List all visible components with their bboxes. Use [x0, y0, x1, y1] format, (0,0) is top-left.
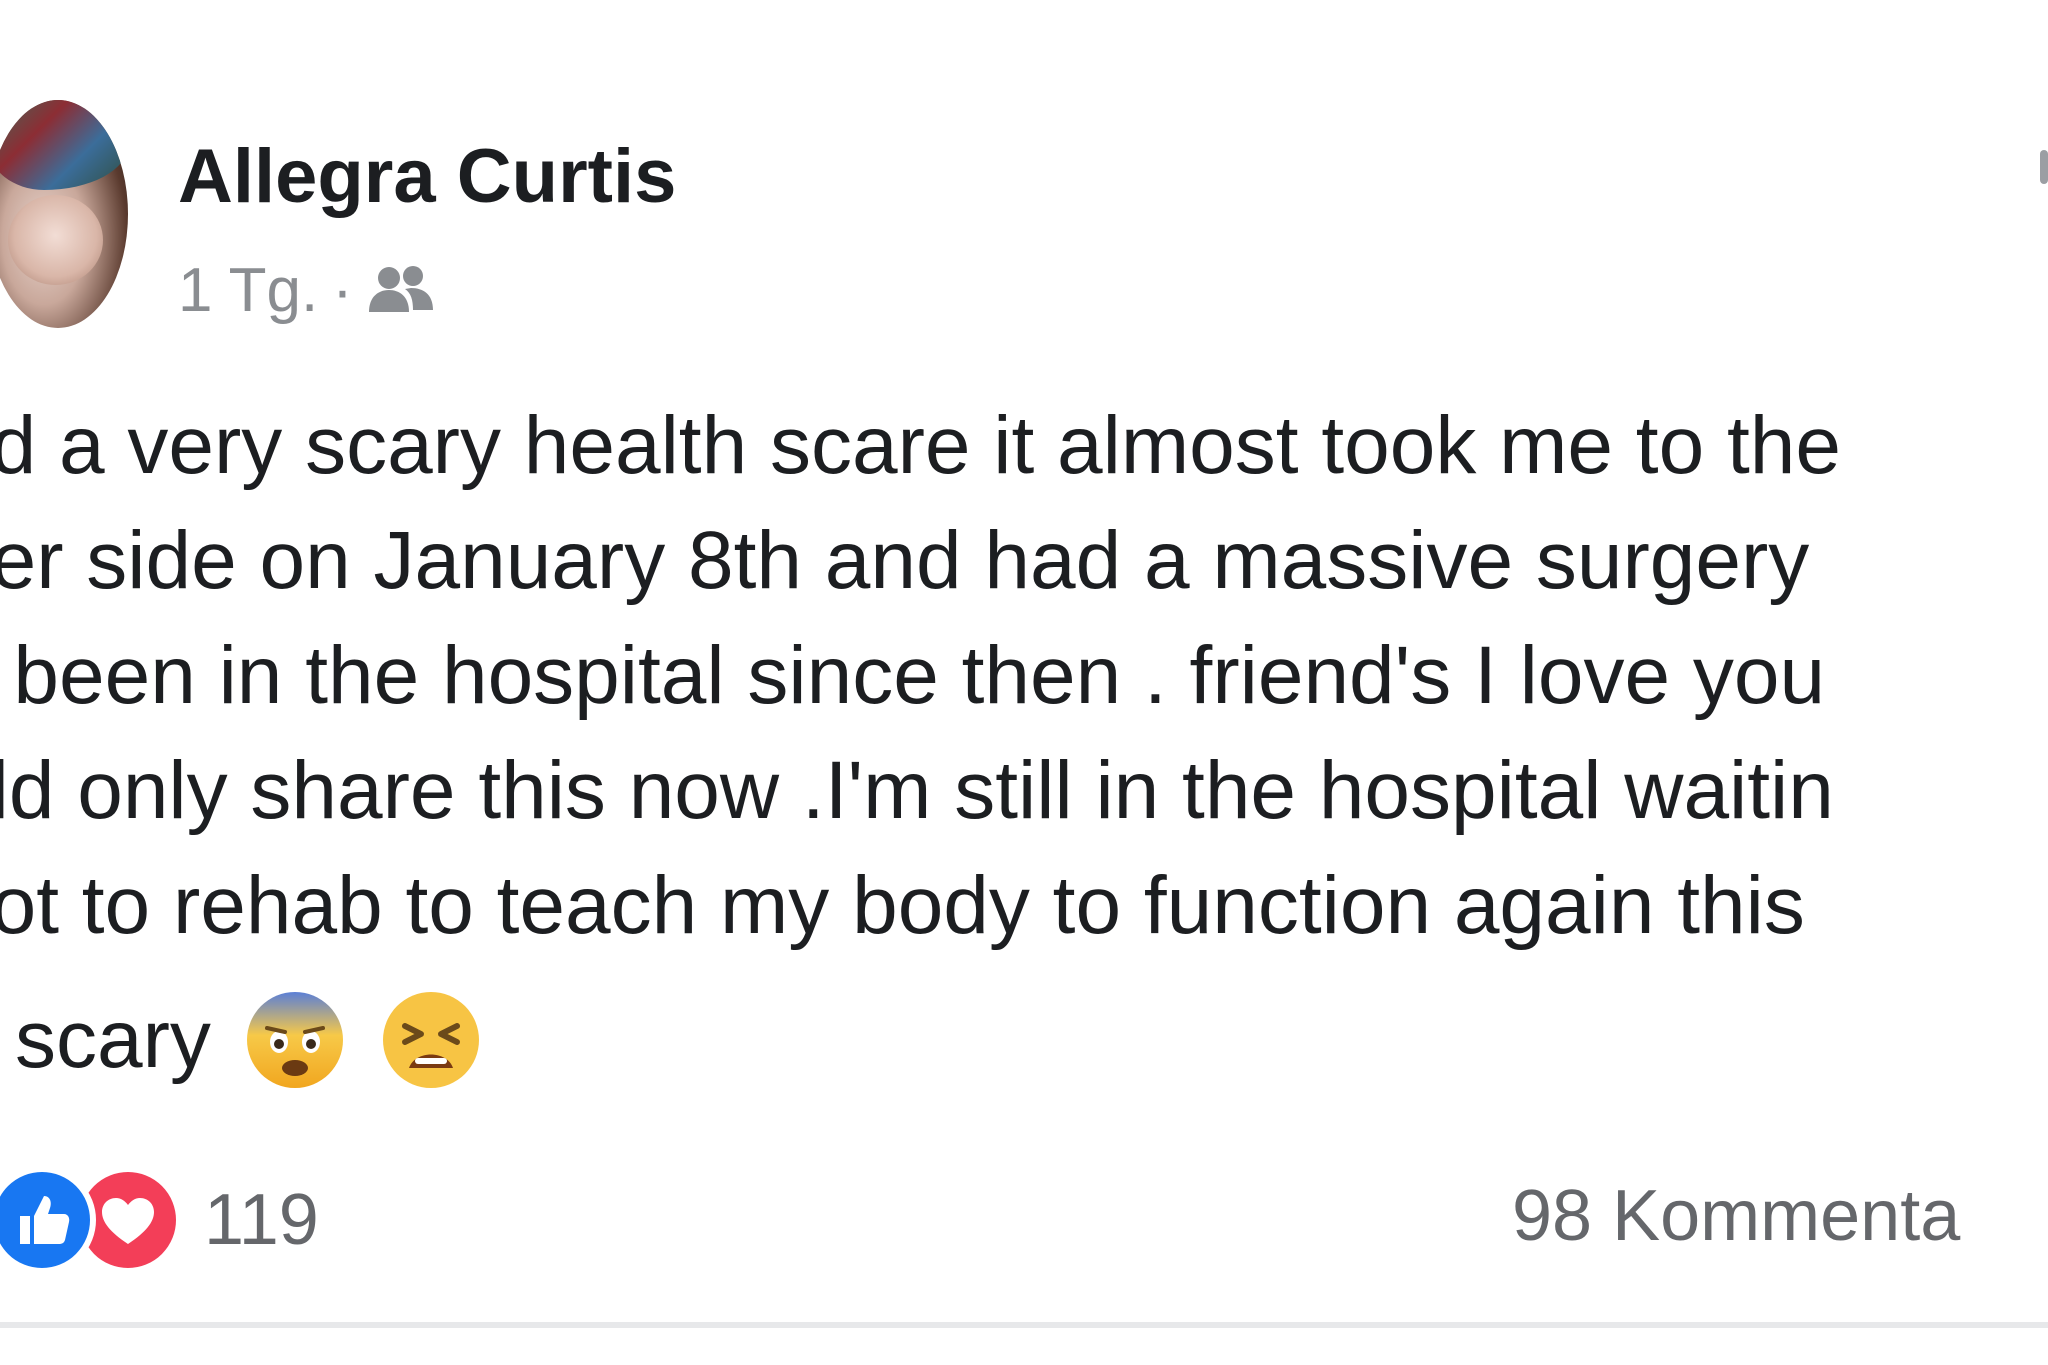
- post-body-last-text: scary: [15, 994, 211, 1085]
- post-body: ad a very scary health scare it almost t…: [0, 388, 2048, 963]
- reaction-count[interactable]: 119: [204, 1179, 319, 1261]
- comment-count[interactable]: 98 Kommenta: [1512, 1175, 1960, 1257]
- post-time[interactable]: 1 Tg.: [178, 255, 318, 326]
- meta-separator: ·: [332, 255, 353, 325]
- divider: [0, 1322, 2048, 1328]
- author-name[interactable]: Allegra Curtis: [178, 133, 676, 220]
- post-body-line: her side on January 8th and had a massiv…: [0, 515, 1810, 606]
- post-body-line: got to rehab to teach my body to functio…: [0, 860, 1805, 951]
- post-body-last-line: scary: [15, 980, 483, 1100]
- avatar-face: [8, 195, 103, 285]
- screenshot-frame: Allegra Curtis 1 Tg. · ad a very scary h…: [0, 0, 2048, 1365]
- friends-icon[interactable]: [367, 262, 435, 318]
- post-body-line: e been in the hospital since then . frie…: [0, 630, 1826, 721]
- avatar-hat: [0, 100, 128, 190]
- like-icon: [0, 1166, 96, 1274]
- avatar[interactable]: [0, 100, 128, 328]
- post-body-line: ad a very scary health scare it almost t…: [0, 400, 1841, 491]
- reaction-summary[interactable]: 119: [0, 1165, 319, 1275]
- tired-face-emoji: [379, 988, 483, 1092]
- post-body-line: uld only share this now .I'm still in th…: [0, 745, 1834, 836]
- post-meta: 1 Tg. ·: [178, 255, 435, 325]
- fearful-face-emoji: [243, 988, 347, 1092]
- facebook-post: Allegra Curtis 1 Tg. · ad a very scary h…: [0, 0, 2048, 1330]
- post-options-edge[interactable]: [2040, 150, 2048, 184]
